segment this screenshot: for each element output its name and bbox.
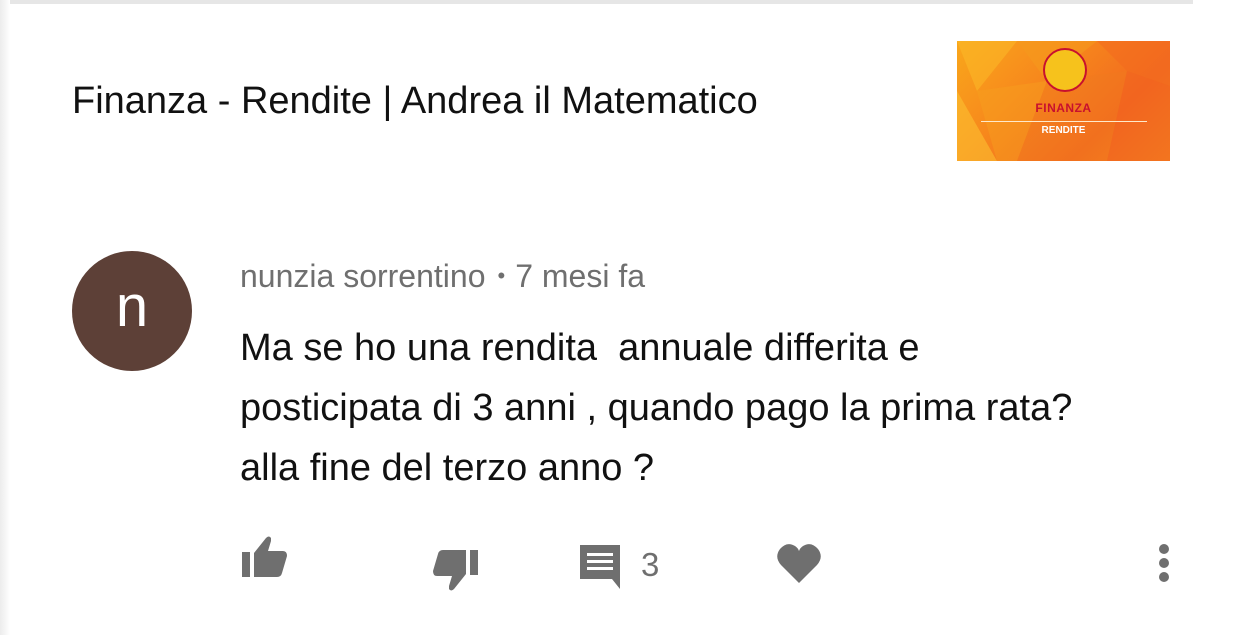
- dislike-button[interactable]: [432, 548, 480, 592]
- comment-text-line: alla fine del terzo anno ?: [240, 447, 655, 489]
- reply-button[interactable]: [578, 543, 624, 589]
- comment-author[interactable]: nunzia sorrentino: [240, 258, 485, 294]
- more-options-button[interactable]: [1150, 542, 1178, 586]
- left-edge-shadow: [0, 0, 10, 635]
- thumbnail-divider: [981, 121, 1147, 122]
- channel-logo: [1043, 48, 1087, 92]
- author-avatar[interactable]: n: [72, 251, 192, 371]
- comment-text-line: posticipata di 3 anni , quando pago la p…: [240, 387, 1073, 429]
- thumb-down-icon: [433, 550, 478, 591]
- heart-button[interactable]: [776, 541, 822, 585]
- comment-text-line: Ma se ho una rendita annuale differita e: [240, 327, 920, 369]
- like-button[interactable]: [240, 535, 288, 579]
- top-divider: [10, 0, 1193, 4]
- heart-icon: [777, 544, 821, 583]
- more-vert-icon: [1159, 544, 1169, 582]
- meta-separator: •: [497, 263, 506, 288]
- video-thumbnail[interactable]: FINANZA RENDITE: [957, 41, 1170, 161]
- reply-count: 3: [641, 546, 660, 583]
- thumbnail-subtitle: RENDITE: [1041, 125, 1086, 136]
- comment-icon: [580, 545, 620, 589]
- comment-time: 7 mesi fa: [515, 258, 646, 294]
- thumbnail-title: FINANZA: [1035, 101, 1092, 115]
- comment-text: Ma se ho una rendita annuale differita e…: [240, 318, 1200, 498]
- thumb-up-icon: [242, 536, 287, 577]
- comment-meta: nunzia sorrentino • 7 mesi fa: [240, 256, 645, 300]
- video-title[interactable]: Finanza - Rendite | Andrea il Matematico: [72, 78, 758, 124]
